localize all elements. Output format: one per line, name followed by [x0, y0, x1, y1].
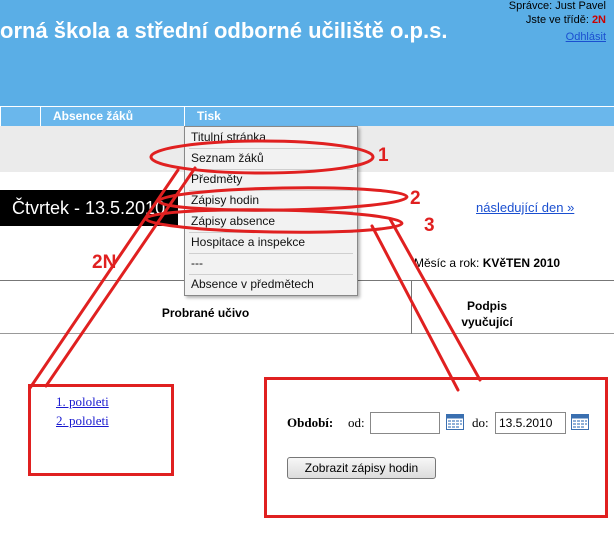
column-header-probrane-ucivo: Probrané učivo: [161, 306, 250, 320]
annotation-label-2n: 2N: [92, 252, 117, 273]
header-banner: [0, 0, 614, 106]
class-indicator: Jste ve třídě: 2N: [526, 14, 606, 26]
school-title: orná škola a střední odborné učiliště o.…: [0, 18, 448, 43]
nav-item-tisk[interactable]: Tisk: [184, 107, 274, 126]
menu-item-separator: ---: [191, 256, 203, 270]
date-to-input[interactable]: 13.5.2010: [495, 412, 566, 434]
tisk-dropdown-menu: Titulní stránka Seznam žáků Předměty Záp…: [184, 126, 358, 296]
admin-name: Správce: Just Pavel: [508, 0, 606, 12]
current-day-label: Čtvrtek - 13.5.2010: [0, 190, 178, 226]
class-value: 2N: [591, 14, 606, 26]
nav-bar: Absence žáků Tisk: [0, 106, 614, 126]
annotation-number-3: 3: [424, 215, 435, 236]
podpis-line-2: vyučující: [461, 315, 513, 329]
annotation-number-1: 1: [378, 145, 389, 166]
logout-link[interactable]: Odhlásit: [566, 31, 606, 43]
obdobi-label: Období:: [287, 415, 334, 430]
menu-item-titulni-stranka[interactable]: Titulní stránka: [191, 127, 351, 148]
nav-item-absence[interactable]: Absence žáků: [40, 107, 184, 126]
month-year: Měsíc a rok: KVěTEN 2010: [414, 256, 560, 270]
pololeti-2-link[interactable]: 2. pololeti: [56, 413, 109, 429]
date-from-input[interactable]: [370, 412, 440, 434]
period-form-highlight-box: [264, 377, 608, 518]
show-lessons-button[interactable]: Zobrazit zápisy hodin: [287, 457, 436, 479]
month-label: Měsíc a rok:: [414, 256, 483, 270]
annotation-number-2: 2: [410, 188, 421, 209]
column-header-podpis: Podpis vyučující: [412, 298, 562, 330]
menu-item-seznam-zaku[interactable]: Seznam žáků: [191, 148, 351, 169]
pololeti-1-link[interactable]: 1. pololeti: [56, 394, 109, 410]
calendar-icon[interactable]: [446, 414, 464, 430]
class-label: Jste ve třídě:: [525, 14, 592, 26]
calendar-icon[interactable]: [571, 414, 589, 430]
menu-item-zapisy-hodin[interactable]: Zápisy hodin: [191, 190, 351, 211]
next-day-link[interactable]: následující den »: [476, 200, 574, 215]
menu-item-hospitace[interactable]: Hospitace a inspekce: [191, 232, 351, 253]
nav-item-prev[interactable]: [0, 107, 40, 126]
menu-item-zapisy-absence[interactable]: Zápisy absence: [191, 211, 351, 232]
menu-item-absence-v-predmetech[interactable]: Absence v předmětech: [191, 274, 351, 295]
do-label: do:: [472, 415, 489, 430]
od-label: od:: [348, 415, 365, 430]
podpis-line-1: Podpis: [466, 299, 507, 313]
menu-item-predmety[interactable]: Předměty: [191, 169, 351, 190]
month-value: KVěTEN 2010: [482, 256, 561, 270]
